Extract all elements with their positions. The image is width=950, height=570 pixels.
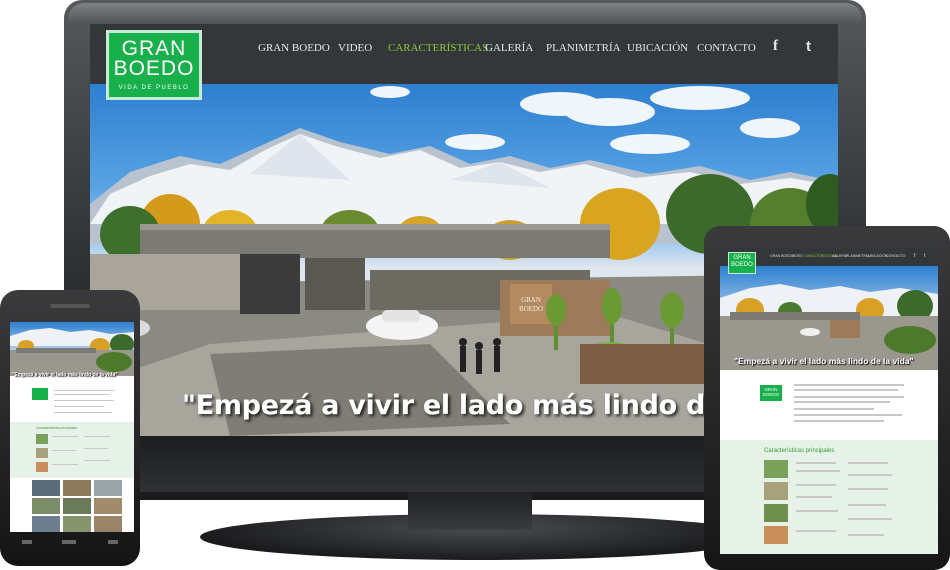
tablet-text-line xyxy=(794,389,898,391)
phone-gallery-thumb[interactable] xyxy=(32,516,60,532)
svg-text:BOEDO: BOEDO xyxy=(519,305,543,313)
phone-gallery-thumb[interactable] xyxy=(63,516,91,532)
phone-text-line xyxy=(54,412,112,413)
tablet-feature-line xyxy=(796,484,836,486)
phone-gallery-thumb[interactable] xyxy=(94,498,122,514)
phone-features-title: Características principales xyxy=(36,426,78,430)
phone-feature-line xyxy=(52,450,76,451)
tablet-feature-line xyxy=(796,462,836,464)
phone-home-button[interactable] xyxy=(62,540,76,544)
tablet-feature-line xyxy=(796,470,840,472)
phone-feature-line xyxy=(52,464,78,465)
tablet-nav-video[interactable]: VIDEO xyxy=(792,254,803,258)
tablet-nav-ubicacion[interactable]: UBICACIÓN xyxy=(868,254,887,258)
phone-feature-thumb xyxy=(36,462,48,472)
facebook-icon[interactable]: f xyxy=(773,38,778,55)
phone-gallery-thumb[interactable] xyxy=(63,498,91,514)
tablet-logo-line2: BOEDO xyxy=(731,262,753,268)
tablet-feature-thumb xyxy=(764,526,788,544)
tablet-text-line xyxy=(794,414,902,416)
phone-feature-line xyxy=(84,448,108,449)
phone-gallery-thumb[interactable] xyxy=(94,516,122,532)
tablet-feature-line xyxy=(848,488,888,490)
site-logo[interactable]: GRAN BOEDO VIDA DE PUEBLO xyxy=(106,30,202,100)
phone-screen: "Empezá a vivir el lado más lindo de la … xyxy=(10,322,134,532)
tablet-logo-line1: GRAN xyxy=(733,255,751,261)
phone-hero-caption: "Empezá a vivir el lado más lindo de la … xyxy=(12,372,118,378)
phone-text-line xyxy=(54,406,104,407)
tablet-feature-line xyxy=(796,510,838,512)
tablet-text-line xyxy=(794,401,890,403)
nav-galeria[interactable]: GALERÍA xyxy=(485,42,533,54)
phone-speaker xyxy=(50,304,90,308)
phone-text-line xyxy=(54,390,114,391)
phone-gallery xyxy=(32,480,124,532)
phone-gallery-thumb[interactable] xyxy=(32,498,60,514)
tablet-feature-line xyxy=(848,518,892,520)
tablet-twitter-icon[interactable]: t xyxy=(924,253,925,259)
tablet-feature-line xyxy=(848,462,888,464)
tablet-feature-line xyxy=(848,534,884,536)
phone-menu-button[interactable] xyxy=(108,540,118,544)
tablet-text-line xyxy=(794,396,904,398)
phone-hero-scene-image xyxy=(10,328,134,376)
tablet-feature-thumb xyxy=(764,482,788,500)
tablet-features-title: Características principales xyxy=(764,448,835,454)
logo-tagline: VIDA DE PUEBLO xyxy=(118,85,190,91)
site-header: GRAN BOEDO VIDEO CARACTERÍSTICAS GALERÍA… xyxy=(90,24,838,84)
nav-contacto[interactable]: CONTACTO xyxy=(697,42,756,54)
tablet-nav-planimetria[interactable]: PLANIMETRÍA xyxy=(846,254,869,258)
nav-planimetria[interactable]: PLANIMETRÍA xyxy=(546,42,621,54)
tablet-site-logo[interactable]: GRAN BOEDO xyxy=(728,252,756,274)
phone-feature-line xyxy=(84,436,110,437)
tablet-feature-line xyxy=(796,530,836,532)
tablet-text-line xyxy=(794,384,904,386)
phone-feature-thumb xyxy=(36,434,48,444)
tablet-feature-line xyxy=(848,504,886,506)
phone-gallery-thumb[interactable] xyxy=(63,480,91,496)
tablet-feature-line xyxy=(796,496,832,498)
tablet-feature-line xyxy=(848,474,892,476)
tablet-facebook-icon[interactable]: f xyxy=(914,253,915,259)
tablet-feature-thumb xyxy=(764,504,788,522)
nav-caracteristicas[interactable]: CARACTERÍSTICAS xyxy=(388,42,488,54)
monitor-stand-neck xyxy=(408,492,532,530)
logo-text-line2: BOEDO xyxy=(113,57,195,80)
tablet-text-line xyxy=(794,420,884,422)
phone-feature-line xyxy=(84,460,110,461)
nav-video[interactable]: VIDEO xyxy=(338,42,372,54)
tablet-screen: GRAN BOEDO VIDEO CARACTERÍSTICAS GALERÍA… xyxy=(720,248,938,554)
phone-info-logo xyxy=(32,388,48,400)
phone-back-button[interactable] xyxy=(22,540,32,544)
tablet-info-logo-line2: BOEDO xyxy=(762,392,780,397)
nav-gran-boedo[interactable]: GRAN BOEDO xyxy=(258,42,330,54)
tablet-hero-banner xyxy=(720,266,938,370)
phone-gallery-thumb[interactable] xyxy=(94,480,122,496)
tablet-nav-gran-boedo[interactable]: GRAN BOEDO xyxy=(770,254,794,258)
tablet-hero-caption: "Empezá a vivir el lado más lindo de la … xyxy=(734,356,914,366)
phone-gallery-thumb[interactable] xyxy=(32,480,60,496)
phone-text-line xyxy=(54,394,110,395)
tablet-nav-galeria[interactable]: GALERÍA xyxy=(832,254,847,258)
phone-feature-line xyxy=(52,436,78,437)
tablet-feature-thumb xyxy=(764,460,788,478)
phone-text-line xyxy=(54,400,114,401)
tablet-info-section xyxy=(720,370,938,440)
entrance-sign: GRAN xyxy=(521,296,541,304)
tablet-hero-scene-image xyxy=(720,284,938,370)
phone-hero-banner xyxy=(10,322,134,376)
tablet-text-line xyxy=(794,408,874,410)
logo-text-line1: GRAN xyxy=(121,37,187,60)
monitor-highlight xyxy=(68,3,862,23)
twitter-icon[interactable]: t xyxy=(806,38,811,55)
phone-feature-thumb xyxy=(36,448,48,458)
tablet-info-logo: GRAN BOEDO xyxy=(760,385,782,401)
tablet-nav-contacto[interactable]: CONTACTO xyxy=(886,254,905,258)
nav-ubicacion[interactable]: UBICACIÓN xyxy=(627,42,688,54)
